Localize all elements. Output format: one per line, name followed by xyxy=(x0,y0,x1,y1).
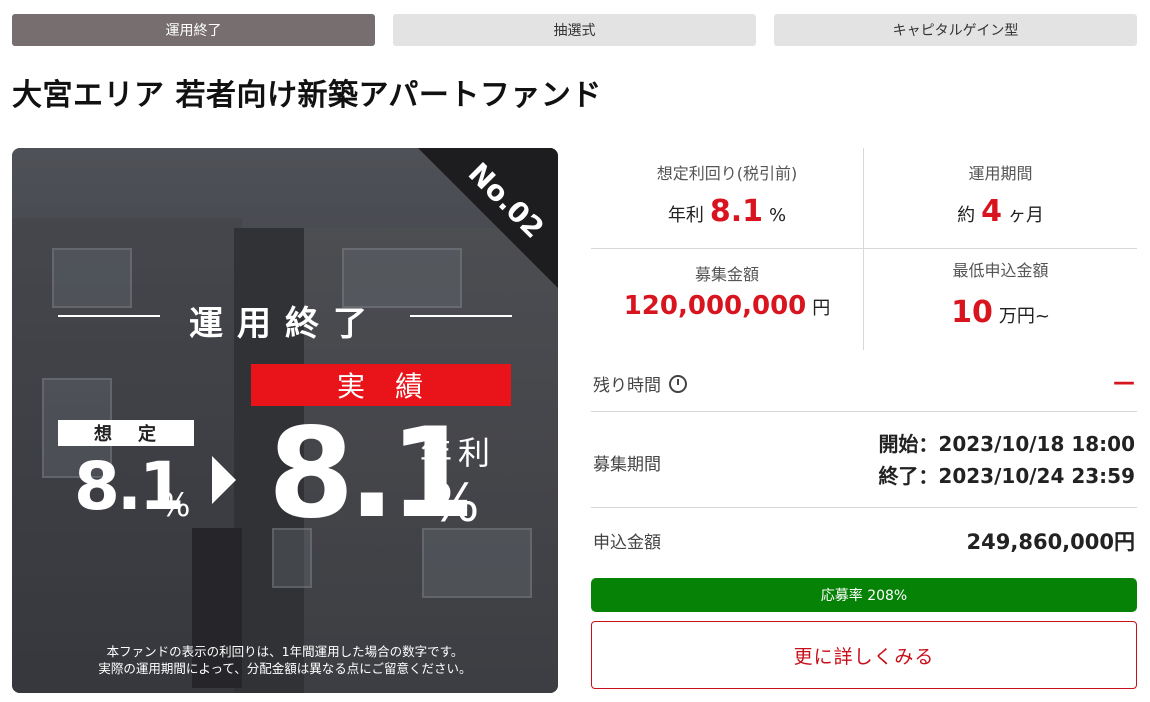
expected-yield-unit: % xyxy=(160,486,191,524)
remaining-time-value: — xyxy=(1113,370,1135,395)
stat-expected-yield: 想定利回り(税引前) 年利 8.1 % xyxy=(591,148,864,249)
hero-disclaimer: 本ファンドの表示の利回りは、1年間運用した場合の数字です。 実際の運用期間によっ… xyxy=(98,644,472,676)
fund-tags: 運用終了 抽選式 キャピタルゲイン型 xyxy=(12,14,1137,46)
recruitment-period-row: 募集期間 開始：2023/10/18 18:00 終了：2023/10/24 2… xyxy=(591,412,1137,508)
annual-rate-label: 年利 xyxy=(420,434,497,472)
stat-operation-period: 運用期間 約 4 ヶ月 xyxy=(864,148,1137,249)
tag-selection-method: 抽選式 xyxy=(393,14,756,46)
applied-amount-value: 249,860,000円 xyxy=(966,530,1135,554)
application-rate-bar: 応募率 208% xyxy=(591,578,1137,612)
tag-fund-type: キャピタルゲイン型 xyxy=(774,14,1137,46)
clock-icon xyxy=(669,374,687,393)
applied-amount-row: 申込金額 249,860,000円 xyxy=(591,508,1137,568)
hero-status-text: 運用終了 xyxy=(189,304,381,344)
actual-label: 実績 xyxy=(251,364,511,406)
period-start: 開始：2023/10/18 18:00 xyxy=(878,432,1135,456)
remaining-time-row: 残り時間 — xyxy=(591,352,1137,412)
period-end: 終了：2023/10/24 23:59 xyxy=(878,464,1135,488)
expected-label: 想定 xyxy=(58,420,194,446)
stat-raise-amount: 募集金額 120,000,000 円 xyxy=(591,249,864,350)
tag-status: 運用終了 xyxy=(12,14,375,46)
see-more-button[interactable]: 更に詳しくみる xyxy=(591,621,1137,689)
fund-hero-image: No.02 運用終了 実績 想定 8.1 % 8.1 年利 % 本ファンドの表示… xyxy=(12,148,558,693)
fund-stats: 想定利回り(税引前) 年利 8.1 % 運用期間 約 4 ヶ月 募集金額 120… xyxy=(591,148,1137,350)
stat-minimum-amount: 最低申込金額 10 万円~ xyxy=(951,261,1050,330)
fund-title: 大宮エリア 若者向け新築アパートファンド xyxy=(12,78,602,113)
arrow-right-icon xyxy=(212,456,236,504)
actual-yield-unit: % xyxy=(430,474,480,534)
